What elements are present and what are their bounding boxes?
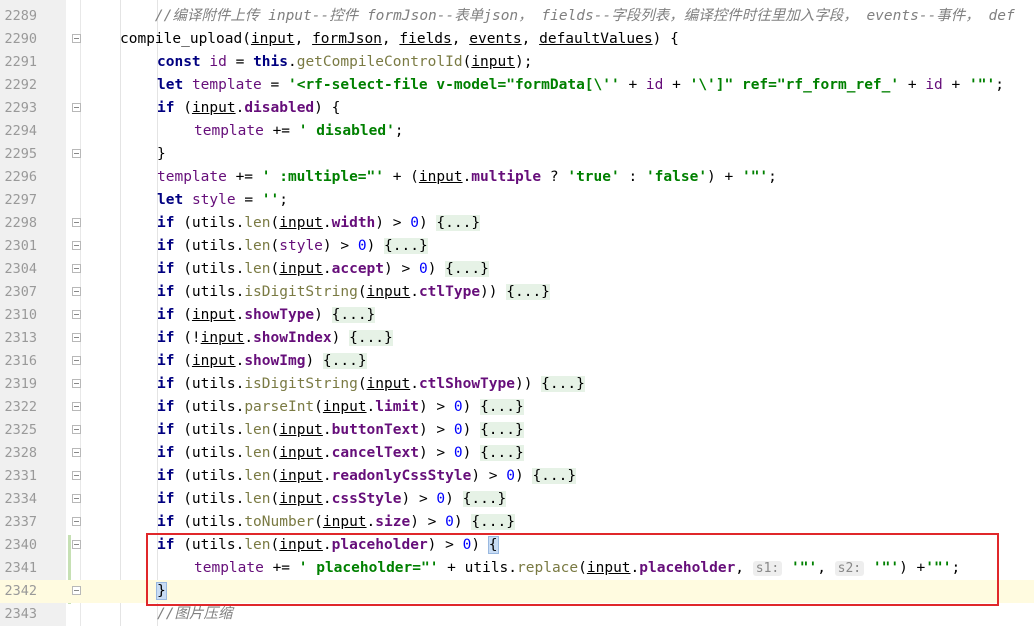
code-text[interactable]: if (utils.toNumber(input.size) > 0) {...… (157, 511, 515, 534)
fold-toggle-icon[interactable] (72, 241, 81, 250)
code-line[interactable]: 2296 template += ' :multiple="' + (input.… (0, 166, 1034, 189)
line-number: 2343 (4, 606, 37, 622)
line-number: 2319 (4, 376, 37, 392)
line-number: 2325 (4, 422, 37, 438)
fold-toggle-icon[interactable] (72, 494, 81, 503)
fold-toggle-icon[interactable] (72, 425, 81, 434)
line-number: 2304 (4, 261, 37, 277)
code-line[interactable]: 2291 const id = this.getCompileControlId(… (0, 51, 1034, 74)
code-line[interactable]: 2295} (0, 143, 1034, 166)
code-line[interactable]: 2328 if (utils.len(input.cancelText) > 0)… (0, 442, 1034, 465)
code-text[interactable]: if (utils.parseInt(input.limit) > 0) {..… (157, 396, 524, 419)
code-editor[interactable]: 2289 //编译附件上传 input--控件 formJson--表单json… (0, 0, 1034, 626)
line-number: 2340 (4, 537, 37, 553)
fold-toggle-icon[interactable] (72, 540, 81, 549)
code-line[interactable]: 2316 if (input.showImg) {...} (0, 350, 1034, 373)
code-text[interactable]: //图片压缩 (157, 603, 232, 626)
code-line[interactable]: 2310 if (input.showType) {...} (0, 304, 1034, 327)
fold-toggle-icon[interactable] (72, 310, 81, 319)
line-number: 2342 (4, 583, 37, 599)
line-number: 2291 (4, 54, 37, 70)
fold-toggle-icon[interactable] (72, 448, 81, 457)
code-line[interactable]: 2307 if (utils.isDigitString(input.ctlTyp… (0, 281, 1034, 304)
annotation-highlight-box (146, 533, 999, 606)
line-number: 2289 (4, 8, 37, 24)
line-number: 2313 (4, 330, 37, 346)
code-text[interactable]: if (utils.len(input.cancelText) > 0) {..… (157, 442, 524, 465)
line-number: 2292 (4, 77, 37, 93)
code-text[interactable]: if (utils.len(input.width) > 0) {...} (157, 212, 481, 235)
line-number: 2316 (4, 353, 37, 369)
fold-toggle-icon[interactable] (72, 517, 81, 526)
code-text[interactable]: if (input.disabled) { (157, 97, 340, 120)
fold-toggle-icon[interactable] (72, 149, 81, 158)
code-text[interactable]: if (utils.len(input.accept) > 0) {...} (157, 258, 489, 281)
fold-toggle-icon[interactable] (72, 103, 81, 112)
code-line[interactable]: 2331 if (utils.len(input.readonlyCssStyle… (0, 465, 1034, 488)
fold-toggle-icon[interactable] (72, 218, 81, 227)
fold-toggle-icon[interactable] (72, 586, 81, 595)
code-line[interactable]: 2337 if (utils.toNumber(input.size) > 0) … (0, 511, 1034, 534)
fold-toggle-icon[interactable] (72, 264, 81, 273)
fold-toggle-icon[interactable] (72, 287, 81, 296)
fold-toggle-icon[interactable] (72, 356, 81, 365)
line-number: 2293 (4, 100, 37, 116)
code-line[interactable]: 2343 //图片压缩 (0, 603, 1034, 626)
code-text[interactable]: template += ' :multiple="' + (input.mult… (157, 166, 777, 189)
code-line[interactable]: 2319 if (utils.isDigitString(input.ctlSho… (0, 373, 1034, 396)
line-number: 2301 (4, 238, 37, 254)
line-number: 2294 (4, 123, 37, 139)
line-number: 2307 (4, 284, 37, 300)
line-number: 2328 (4, 445, 37, 461)
fold-toggle-icon[interactable] (72, 379, 81, 388)
code-line[interactable]: 2290 compile_upload(input, formJson, fiel… (0, 28, 1034, 51)
fold-toggle-icon[interactable] (72, 34, 81, 43)
code-line[interactable]: 2293 if (input.disabled) { (0, 97, 1034, 120)
line-number: 2322 (4, 399, 37, 415)
code-line[interactable]: 2297 let style = ''; (0, 189, 1034, 212)
line-number: 2297 (4, 192, 37, 208)
code-text[interactable]: if (!input.showIndex) {...} (157, 327, 393, 350)
code-text[interactable]: } (157, 143, 166, 166)
code-text[interactable]: if (input.showImg) {...} (157, 350, 367, 373)
code-text[interactable]: let template = '<rf-select-file v-model=… (157, 74, 1004, 97)
line-number: 2290 (4, 31, 37, 47)
fold-toggle-icon[interactable] (72, 333, 81, 342)
fold-toggle-icon[interactable] (72, 402, 81, 411)
code-line[interactable]: 2289 //编译附件上传 input--控件 formJson--表单json… (0, 5, 1034, 28)
line-number: 2295 (4, 146, 37, 162)
code-line[interactable]: 2292 let template = '<rf-select-file v-mo… (0, 74, 1034, 97)
code-text[interactable]: if (utils.len(input.readonlyCssStyle) > … (157, 465, 577, 488)
code-text[interactable]: if (utils.len(input.buttonText) > 0) {..… (157, 419, 524, 442)
code-text[interactable]: if (input.showType) {...} (157, 304, 376, 327)
code-text[interactable]: if (utils.isDigitString(input.ctlType)) … (157, 281, 550, 304)
code-line[interactable]: 2325 if (utils.len(input.buttonText) > 0)… (0, 419, 1034, 442)
line-number: 2296 (4, 169, 37, 185)
code-text[interactable]: if (utils.len(input.cssStyle) > 0) {...} (157, 488, 507, 511)
line-number: 2298 (4, 215, 37, 231)
code-line[interactable]: 2294 template += ' disabled'; (0, 120, 1034, 143)
code-text[interactable]: if (utils.len(style) > 0) {...} (157, 235, 428, 258)
code-line[interactable]: 2334 if (utils.len(input.cssStyle) > 0) {… (0, 488, 1034, 511)
code-text[interactable]: let style = ''; (157, 189, 288, 212)
code-line[interactable]: 2322 if (utils.parseInt(input.limit) > 0)… (0, 396, 1034, 419)
code-text[interactable]: const id = this.getCompileControlId(inpu… (157, 51, 532, 74)
code-line[interactable]: 2313 if (!input.showIndex) {...} (0, 327, 1034, 350)
code-line[interactable]: 2298 if (utils.len(input.width) > 0) {...… (0, 212, 1034, 235)
code-text[interactable]: if (utils.isDigitString(input.ctlShowTyp… (157, 373, 585, 396)
code-line[interactable]: 2301 if (utils.len(style) > 0) {...} (0, 235, 1034, 258)
fold-toggle-icon[interactable] (72, 471, 81, 480)
line-number: 2334 (4, 491, 37, 507)
code-text[interactable]: //编译附件上传 input--控件 formJson--表单json， fie… (120, 5, 1015, 28)
line-number: 2341 (4, 560, 37, 576)
code-text[interactable]: template += ' disabled'; (194, 120, 404, 143)
line-number: 2337 (4, 514, 37, 530)
line-number: 2310 (4, 307, 37, 323)
code-line[interactable]: 2304 if (utils.len(input.accept) > 0) {..… (0, 258, 1034, 281)
code-text[interactable]: compile_upload(input, formJson, fields, … (120, 28, 679, 51)
line-number: 2331 (4, 468, 37, 484)
